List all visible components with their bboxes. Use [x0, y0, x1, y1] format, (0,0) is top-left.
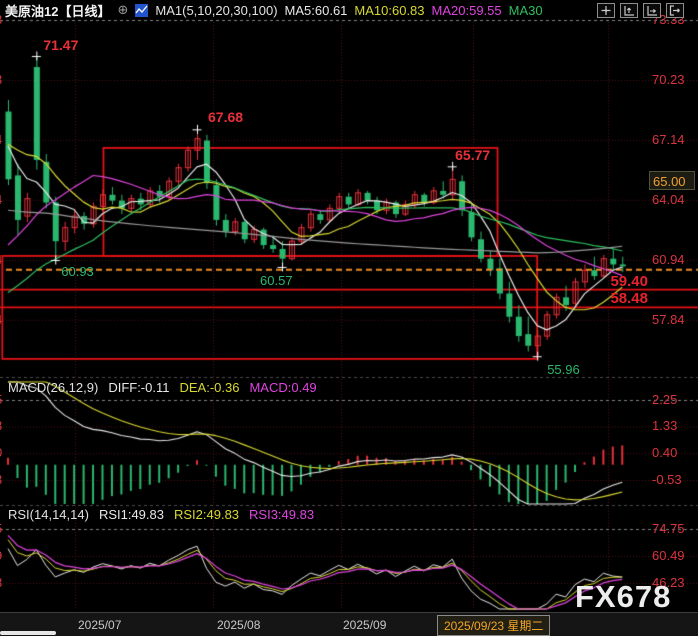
rsi-axis-label: 60.49 — [652, 548, 685, 563]
support-line-label: 58.48 — [568, 290, 648, 307]
ma10-value: MA10:60.83 — [354, 3, 424, 18]
price-axis-label: 64.04 — [652, 192, 685, 207]
ma20-value: MA20:59.55 — [432, 3, 502, 18]
candlestick-chart-icon[interactable] — [135, 4, 148, 17]
clipped-left-axis-label: 0 — [0, 445, 5, 460]
exit-chart-button[interactable] — [666, 3, 684, 18]
high-price-annotation: 65.77 — [455, 147, 490, 163]
macd-diff-value: DIFF:-0.11 — [108, 380, 169, 395]
macd-axis-label: 1.33 — [652, 418, 677, 433]
clipped-left-axis-label: 4 — [0, 252, 5, 267]
chart-toolbar — [597, 3, 684, 18]
ma5-value: MA5:60.61 — [285, 3, 348, 18]
rsi-axis-label: 74.75 — [652, 521, 685, 536]
horizontal-scrollbar[interactable] — [0, 631, 56, 635]
fx678-watermark: FX678 — [575, 579, 671, 615]
low-price-annotation: 60.93 — [61, 264, 94, 279]
trading-chart-window: 美原油12【日线】 ⊕ MA1(5,10,20,30,100) MA5:60.6… — [0, 0, 698, 636]
macd-name: MACD(26,12,9) — [8, 380, 98, 395]
date-axis-label: 2025/08 — [217, 618, 260, 632]
clipped-left-axis-label: 3 — [0, 472, 5, 487]
high-price-annotation: 67.68 — [208, 109, 243, 125]
price-axis-label: 70.23 — [652, 72, 685, 87]
x-axis-zoom-button[interactable] — [643, 3, 661, 18]
rsi-label-row: RSI(14,14,14) RSI1:49.83 RSI2:49.83 RSI3… — [8, 507, 314, 522]
move-crosshair-button[interactable] — [597, 3, 615, 18]
date-axis-label: 2025/07 — [78, 618, 121, 632]
indicator-header-bar: 美原油12【日线】 ⊕ MA1(5,10,20,30,100) MA5:60.6… — [0, 0, 698, 20]
symbol-title: 美原油12【日线】 — [5, 1, 110, 20]
rsi2-value: RSI2:49.83 — [174, 507, 239, 522]
clipped-left-axis-label: 5 — [0, 392, 5, 407]
price-axis-label: 57.84 — [652, 312, 685, 327]
price-axis-label: 67.14 — [652, 132, 685, 147]
clipped-left-axis-label: 9 — [0, 548, 5, 563]
macd-label-row: MACD(26,12,9) DIFF:-0.11 DEA:-0.36 MACD:… — [8, 380, 317, 395]
ma30-value: MA30 — [509, 3, 543, 18]
price-axis-label: 60.94 — [652, 252, 685, 267]
clipped-left-axis-label: 4 — [0, 192, 5, 207]
rsi3-value: RSI3:49.83 — [249, 507, 314, 522]
clipped-left-axis-label: 4 — [0, 132, 5, 147]
ma-settings-label: MA1(5,10,20,30,100) — [155, 3, 277, 18]
date-axis-label: 2025/09 — [343, 618, 386, 632]
rsi-name: RSI(14,14,14) — [8, 507, 89, 522]
clipped-left-axis-label: 3 — [0, 418, 5, 433]
date-axis-bar: 2025/09/23 星期二 2025/07 2025/08 2025/09 — [0, 612, 698, 636]
macd-macd-value: MACD:0.49 — [249, 380, 316, 395]
macd-axis-label: -0.53 — [652, 472, 682, 487]
low-price-annotation: 55.96 — [547, 362, 580, 377]
support-line-label: 59.40 — [568, 273, 648, 290]
y-axis-zoom-button[interactable] — [620, 3, 638, 18]
main-chart-canvas[interactable] — [0, 0, 698, 636]
clipped-left-axis-label: 3 — [0, 72, 5, 87]
price-axis-badge: 65.00 — [649, 171, 695, 190]
highlighted-date-label: 2025/09/23 星期二 — [437, 615, 550, 636]
low-price-annotation: 60.57 — [260, 273, 293, 288]
clipped-left-axis-label: 3 — [0, 575, 5, 590]
clipped-left-axis-label: 5 — [0, 521, 5, 536]
rsi1-value: RSI1:49.83 — [99, 507, 164, 522]
expand-icon[interactable]: ⊕ — [117, 4, 128, 16]
clipped-left-axis-label: 4 — [0, 312, 5, 327]
macd-dea-value: DEA:-0.36 — [179, 380, 239, 395]
high-price-annotation: 71.47 — [43, 37, 78, 53]
macd-axis-label: 2.25 — [652, 392, 677, 407]
macd-axis-label: 0.40 — [652, 445, 677, 460]
